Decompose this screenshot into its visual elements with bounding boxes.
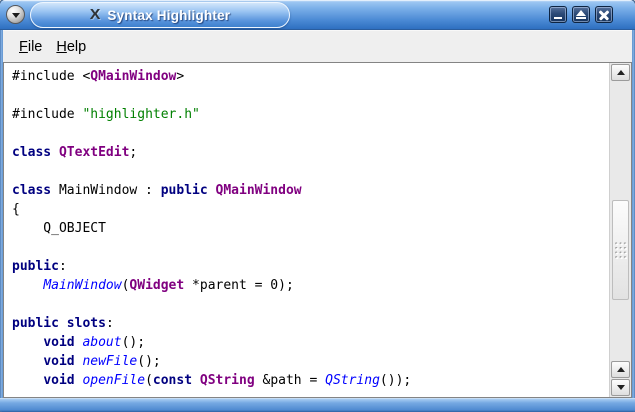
triangle-up-icon xyxy=(616,70,625,75)
minimize-button[interactable] xyxy=(549,6,567,23)
chevron-down-icon xyxy=(11,12,20,18)
code-line: { xyxy=(12,202,20,217)
window-menu-button[interactable] xyxy=(6,5,25,24)
code-line: void about(); xyxy=(43,335,146,350)
code-line: #include "highlighter.h" xyxy=(12,107,200,122)
titlebar[interactable]: X Syntax Highlighter xyxy=(0,0,635,30)
close-button[interactable] xyxy=(595,6,613,23)
minimize-icon xyxy=(554,17,562,19)
maximize-button[interactable] xyxy=(572,6,590,23)
menu-file[interactable]: File xyxy=(12,36,49,58)
window-controls xyxy=(549,6,613,23)
window-title: Syntax Highlighter xyxy=(107,7,231,23)
scroll-up-button[interactable] xyxy=(611,64,630,81)
scroll-up-button-bottom[interactable] xyxy=(611,361,630,378)
vertical-scrollbar[interactable] xyxy=(609,63,631,397)
x11-logo-icon: X xyxy=(89,6,101,23)
window-border-bottom[interactable] xyxy=(0,398,635,412)
scrollbar-thumb[interactable] xyxy=(612,200,629,300)
app-window: X Syntax Highlighter File Help #include … xyxy=(0,0,635,412)
code-line: #include <QMainWindow> xyxy=(12,69,185,84)
code-line: MainWindow(QWidget *parent = 0); xyxy=(43,278,294,293)
title-tab: X Syntax Highlighter xyxy=(30,2,290,28)
thumb-grip-icon xyxy=(614,241,627,259)
close-icon xyxy=(598,9,610,20)
maximize-icon xyxy=(576,10,586,19)
code-line: class QTextEdit; xyxy=(12,145,138,160)
code-line: public slots: xyxy=(12,316,114,331)
code-line: Q_OBJECT xyxy=(12,221,106,236)
code-line: class MainWindow : public QMainWindow xyxy=(12,183,302,198)
menubar: File Help xyxy=(2,30,633,62)
editor-frame: #include <QMainWindow> #include "highlig… xyxy=(3,62,632,398)
code-line: public: xyxy=(12,259,67,274)
code-editor[interactable]: #include <QMainWindow> #include "highlig… xyxy=(4,63,609,397)
triangle-up-icon xyxy=(616,367,625,372)
scroll-down-button[interactable] xyxy=(611,379,630,396)
triangle-down-icon xyxy=(616,385,625,390)
code-line: void openFile(const QString &path = QStr… xyxy=(43,373,412,388)
code-line: void newFile(); xyxy=(43,354,161,369)
menu-help[interactable]: Help xyxy=(49,36,93,58)
